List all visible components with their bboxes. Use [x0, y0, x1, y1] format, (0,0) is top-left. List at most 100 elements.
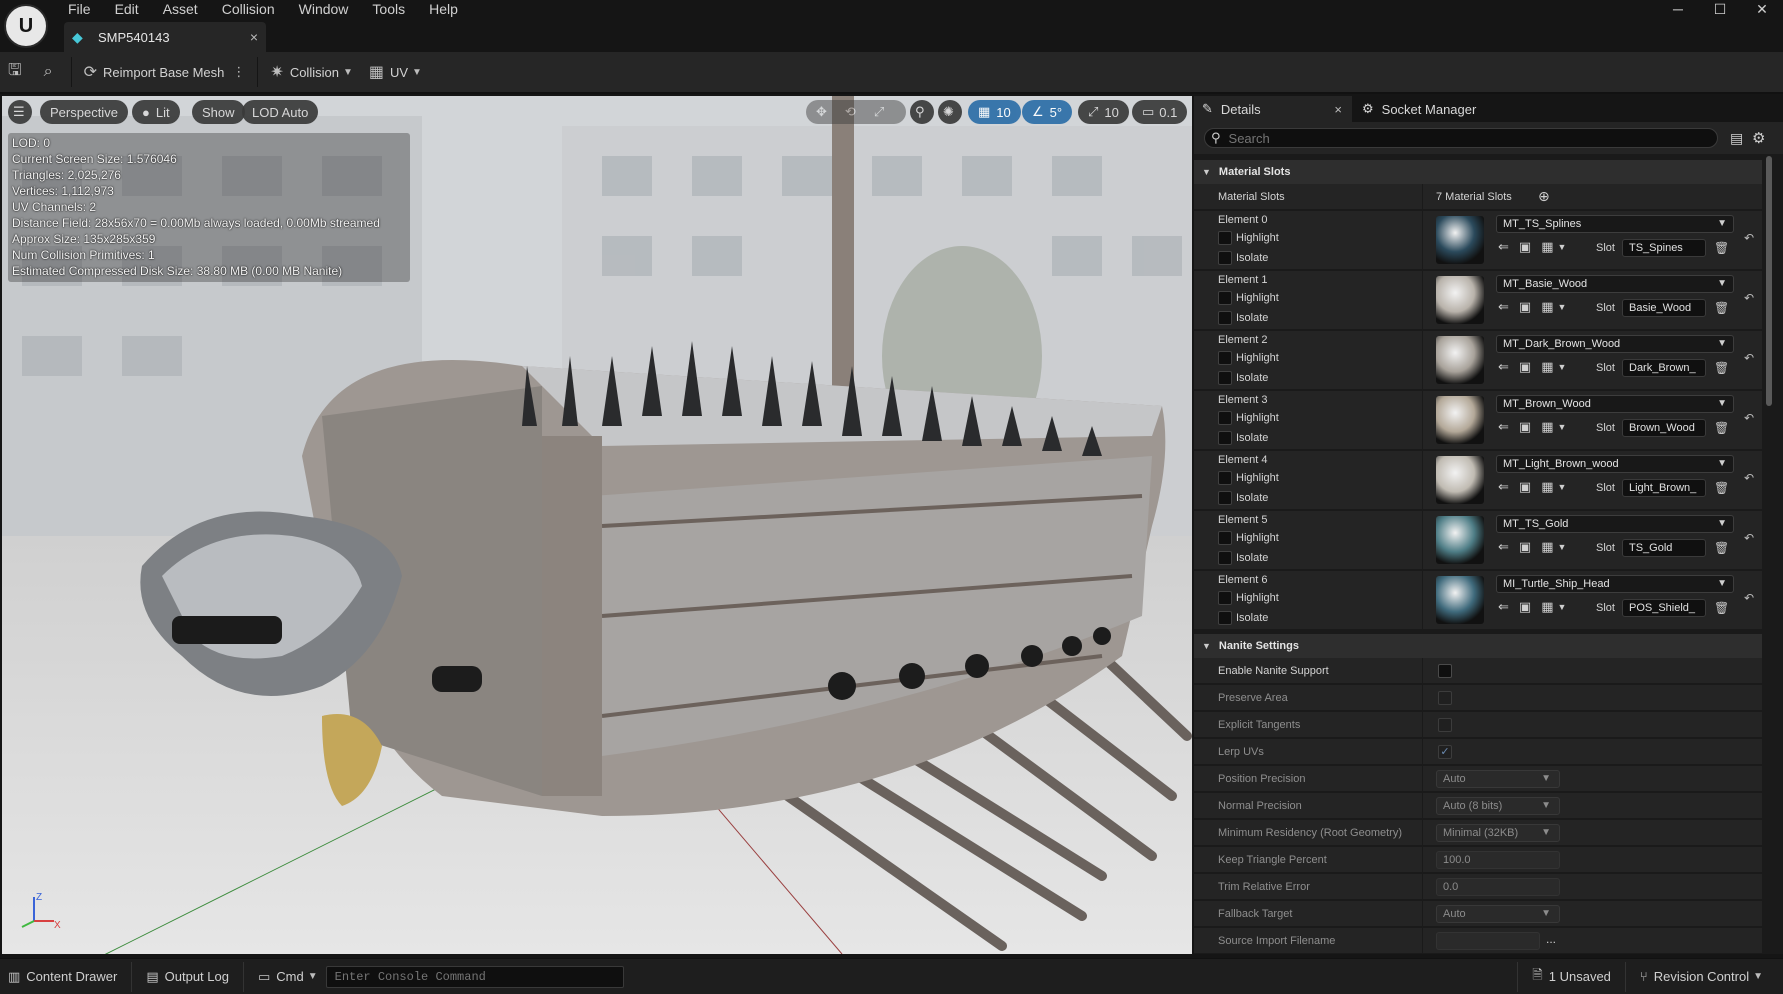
perspective-button[interactable]: Perspective — [40, 100, 128, 124]
preserve-area-checkbox[interactable] — [1438, 691, 1452, 705]
tab-socket-manager[interactable]: ⚙ Socket Manager — [1354, 96, 1534, 122]
reset-to-default-icon[interactable]: ↶ — [1744, 531, 1754, 545]
isolate-checkbox[interactable] — [1218, 551, 1232, 565]
material-thumbnail[interactable] — [1436, 576, 1484, 624]
tab-close-icon[interactable]: × — [250, 29, 258, 45]
console-command-input[interactable] — [325, 965, 624, 988]
menu-edit[interactable]: Edit — [103, 0, 151, 18]
asset-editor-tab[interactable]: ◆ SMP540143 × — [64, 22, 266, 52]
material-slots-category[interactable]: ▼ Material Slots — [1194, 160, 1762, 184]
isolate-checkbox[interactable] — [1218, 611, 1232, 625]
grid-snap-button[interactable]: ▦ 10 — [968, 100, 1021, 124]
material-thumbnail[interactable] — [1436, 276, 1484, 324]
nanite-settings-category[interactable]: ▼ Nanite Settings — [1194, 634, 1762, 658]
trash-icon[interactable]: 🗑 — [1714, 421, 1729, 435]
material-options-icon[interactable]: ▦ — [1541, 539, 1553, 555]
minimize-button[interactable]: ─ — [1657, 0, 1699, 18]
settings-gear-icon[interactable]: ⚙ — [1752, 129, 1765, 147]
chevron-down-icon[interactable]: ▼ — [1558, 542, 1567, 555]
menu-help[interactable]: Help — [417, 0, 470, 18]
rotation-snap-button[interactable]: ∠ 5° — [1022, 100, 1073, 124]
material-dropdown[interactable]: MT_TS_Gold ▼ — [1496, 515, 1734, 533]
browse-file-button[interactable]: ... — [1546, 932, 1556, 946]
browse-folder-icon[interactable]: ▣ — [1519, 299, 1531, 315]
material-options-icon[interactable]: ▦ — [1541, 359, 1553, 375]
surface-snap-button[interactable]: ⚲ — [910, 100, 934, 124]
isolate-checkbox[interactable] — [1218, 431, 1232, 445]
slot-name-input[interactable]: Light_Brown_ — [1622, 479, 1706, 497]
keep-triangle-input[interactable]: 100.0 — [1436, 851, 1560, 869]
collision-dropdown[interactable]: ✷ Collision ▼ — [262, 56, 360, 88]
details-scrollbar[interactable] — [1766, 156, 1772, 406]
tab-close-icon[interactable]: × — [1334, 102, 1342, 117]
transform-tools[interactable]: ✥ ⟲ ⤢ — [806, 100, 906, 124]
tab-details[interactable]: ✎ Details × — [1194, 96, 1352, 122]
reset-to-default-icon[interactable]: ↶ — [1744, 471, 1754, 485]
isolate-checkbox[interactable] — [1218, 251, 1232, 265]
browse-folder-icon[interactable]: ▣ — [1519, 239, 1531, 255]
use-selected-icon[interactable]: ⇐ — [1498, 299, 1509, 315]
reset-to-default-icon[interactable]: ↶ — [1744, 591, 1754, 605]
use-selected-icon[interactable]: ⇐ — [1498, 539, 1509, 555]
cmd-dropdown[interactable]: ▭ Cmd ▼ — [250, 962, 326, 992]
menu-tools[interactable]: Tools — [360, 0, 417, 18]
more-options-icon[interactable]: ⋮ — [232, 64, 245, 80]
slot-name-input[interactable]: Basie_Wood — [1622, 299, 1706, 317]
highlight-checkbox[interactable] — [1218, 591, 1232, 605]
content-drawer-button[interactable]: ▥ Content Drawer — [0, 962, 125, 992]
material-dropdown[interactable]: MT_TS_Splines ▼ — [1496, 215, 1734, 233]
browse-folder-icon[interactable]: ▣ — [1519, 359, 1531, 375]
material-dropdown[interactable]: MT_Basie_Wood ▼ — [1496, 275, 1734, 293]
viewport-menu-button[interactable]: ☰ — [8, 100, 32, 124]
position-precision-dropdown[interactable]: Auto ▼ — [1436, 770, 1560, 788]
slot-name-input[interactable]: TS_Gold — [1622, 539, 1706, 557]
reset-to-default-icon[interactable]: ↶ — [1744, 231, 1754, 245]
slot-name-input[interactable]: Dark_Brown_ — [1622, 359, 1706, 377]
unreal-logo-icon[interactable]: U — [4, 4, 48, 48]
trash-icon[interactable]: 🗑 — [1714, 481, 1729, 495]
browse-folder-icon[interactable]: ▣ — [1519, 539, 1531, 555]
material-thumbnail[interactable] — [1436, 396, 1484, 444]
scale-snap-button[interactable]: ⤢ 10 — [1078, 100, 1129, 124]
slot-name-input[interactable]: Brown_Wood — [1622, 419, 1706, 437]
output-log-button[interactable]: ▤ Output Log — [138, 962, 237, 992]
search-input[interactable] — [1228, 130, 1709, 146]
isolate-checkbox[interactable] — [1218, 491, 1232, 505]
material-dropdown[interactable]: MT_Light_Brown_wood ▼ — [1496, 455, 1734, 473]
material-thumbnail[interactable] — [1436, 516, 1484, 564]
reset-to-default-icon[interactable]: ↶ — [1744, 291, 1754, 305]
slot-name-input[interactable]: TS_Spines — [1622, 239, 1706, 257]
world-local-button[interactable]: ✺ — [938, 100, 962, 124]
isolate-checkbox[interactable] — [1218, 311, 1232, 325]
trash-icon[interactable]: 🗑 — [1714, 541, 1729, 555]
use-selected-icon[interactable]: ⇐ — [1498, 479, 1509, 495]
use-selected-icon[interactable]: ⇐ — [1498, 599, 1509, 615]
lod-button[interactable]: LOD Auto — [242, 100, 319, 124]
lerp-uvs-checkbox[interactable]: ✓ — [1438, 745, 1452, 759]
reset-to-default-icon[interactable]: ↶ — [1744, 411, 1754, 425]
use-selected-icon[interactable]: ⇐ — [1498, 239, 1509, 255]
trash-icon[interactable]: 🗑 — [1714, 361, 1729, 375]
revision-control-button[interactable]: ⑂ Revision Control ▼ — [1632, 962, 1771, 992]
browse-button[interactable]: ⌕ — [36, 56, 67, 88]
close-window-button[interactable]: ✕ — [1741, 0, 1783, 18]
chevron-down-icon[interactable]: ▼ — [1558, 602, 1567, 615]
fallback-target-dropdown[interactable]: Auto ▼ — [1436, 905, 1560, 923]
chevron-down-icon[interactable]: ▼ — [1558, 242, 1567, 255]
use-selected-icon[interactable]: ⇐ — [1498, 419, 1509, 435]
material-options-icon[interactable]: ▦ — [1541, 299, 1553, 315]
material-thumbnail[interactable] — [1436, 216, 1484, 264]
lit-button[interactable]: ● Lit — [132, 100, 180, 124]
material-thumbnail[interactable] — [1436, 336, 1484, 384]
enable-nanite-checkbox[interactable] — [1438, 664, 1452, 678]
menu-asset[interactable]: Asset — [151, 0, 210, 18]
browse-folder-icon[interactable]: ▣ — [1519, 479, 1531, 495]
chevron-down-icon[interactable]: ▼ — [1558, 482, 1567, 495]
browse-folder-icon[interactable]: ▣ — [1519, 599, 1531, 615]
highlight-checkbox[interactable] — [1218, 231, 1232, 245]
trash-icon[interactable]: 🗑 — [1714, 241, 1729, 255]
highlight-checkbox[interactable] — [1218, 411, 1232, 425]
chevron-down-icon[interactable]: ▼ — [1558, 362, 1567, 375]
material-options-icon[interactable]: ▦ — [1541, 479, 1553, 495]
trash-icon[interactable]: 🗑 — [1714, 601, 1729, 615]
